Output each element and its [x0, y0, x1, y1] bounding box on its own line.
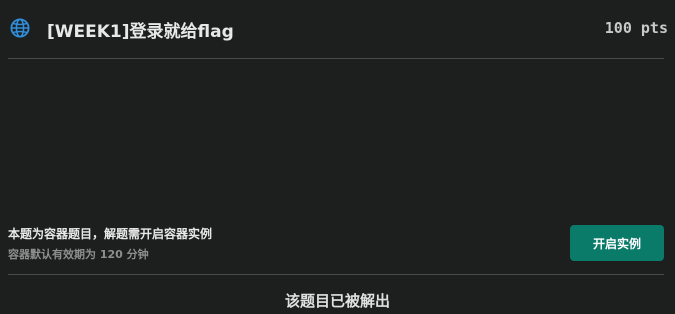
container-validity: 容器默认有效期为 120 分钟 [8, 248, 149, 261]
footer-divider [8, 274, 664, 275]
container-info: 本题为容器题目，解题需开启容器实例 容器默认有效期为 120 分钟 [8, 225, 212, 262]
container-message: 本题为容器题目，解题需开启容器实例 [8, 227, 213, 241]
challenge-points: 100 pts [604, 19, 668, 37]
challenge-panel: [WEEK1]登录就给flag 100 pts 本题为容器题目，解题需开启容器实… [0, 0, 675, 314]
solved-status: 该题目已被解出 [284, 292, 390, 310]
globe-icon [10, 18, 30, 38]
header-divider [8, 58, 664, 59]
start-instance-button[interactable]: 开启实例 [570, 225, 664, 261]
challenge-title: [WEEK1]登录就给flag [47, 22, 234, 42]
challenge-header: [WEEK1]登录就给flag 100 pts [0, 0, 675, 58]
